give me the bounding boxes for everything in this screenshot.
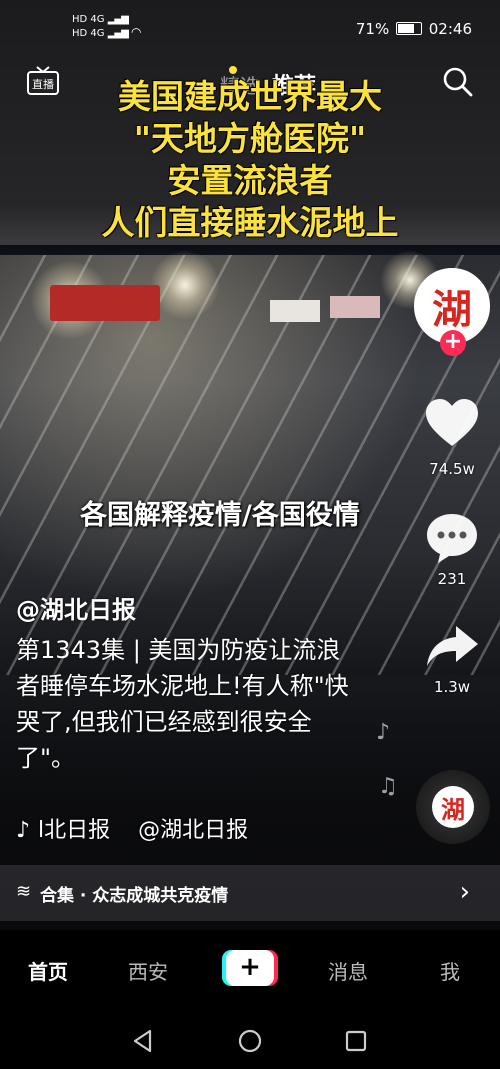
- battery-percent: 71%: [355, 20, 390, 38]
- video-fire-truck: [50, 285, 160, 321]
- nav-home[interactable]: 首页: [28, 956, 68, 985]
- video-overlay-title: 各国解释疫情/各国役情: [80, 500, 360, 531]
- nav-messages[interactable]: 消息: [328, 956, 368, 985]
- collection-bar[interactable]: ≋ 合集 · 众志成城共克疫情 ›: [0, 865, 500, 921]
- nav-me[interactable]: 我: [440, 956, 460, 985]
- bottom-nav: 首页 西安 + 消息 我: [0, 930, 500, 1010]
- status-bar: HD 4G ▂▄▆ HD 4G ▂▄▆ ◠ 71% 02:46: [0, 0, 500, 56]
- video-tent: [330, 296, 380, 318]
- chevron-right-icon: ›: [459, 877, 470, 907]
- recents-square-icon[interactable]: [343, 1028, 369, 1054]
- music-title: l北日报 @湖北日报: [38, 818, 249, 843]
- author-name[interactable]: @湖北日报: [16, 590, 136, 625]
- video-light: [150, 250, 220, 320]
- music-info[interactable]: ♪ l北日报 @湖北日报: [16, 812, 248, 844]
- video-tent: [270, 300, 320, 322]
- create-button[interactable]: +: [222, 950, 278, 986]
- post-description: 第1343集 | 美国为防疫让流浪者睡停车场水泥地上!有人称"快哭了,但我们已经…: [16, 636, 349, 772]
- back-triangle-icon[interactable]: [130, 1028, 156, 1054]
- network-indicator: HD 4G ▂▄▆ HD 4G ▂▄▆ ◠: [72, 14, 142, 39]
- share-arrow-icon[interactable]: [424, 622, 480, 670]
- music-disc[interactable]: 湖: [416, 770, 490, 844]
- disc-char: 湖: [432, 786, 474, 828]
- video-caption-line: "天地方舱医院": [133, 119, 367, 158]
- video-caption-line: 美国建成世界最大: [118, 77, 382, 116]
- comment-count: 231: [437, 570, 467, 588]
- collection-label: 合集 · 众志成城共克疫情: [40, 886, 229, 906]
- tiktok-note-icon: ♪: [16, 818, 31, 843]
- music-note-icon: ♪: [376, 720, 391, 745]
- follow-button[interactable]: +: [440, 330, 466, 356]
- like-count: 74.5w: [429, 460, 475, 478]
- music-note-icon: ♫: [378, 774, 398, 799]
- nav-city[interactable]: 西安: [128, 956, 168, 985]
- clock: 02:46: [428, 20, 472, 38]
- home-circle-icon[interactable]: [237, 1028, 263, 1054]
- comment-icon[interactable]: [424, 510, 480, 566]
- system-nav-bar: [0, 1010, 500, 1069]
- like-heart-icon[interactable]: [424, 396, 480, 452]
- video-caption-line: 人们直接睡水泥地上: [101, 203, 399, 242]
- tab-featured-dot: [229, 66, 237, 74]
- share-count: 1.3w: [433, 678, 471, 696]
- status-right: 71% 02:46: [356, 20, 472, 38]
- plus-icon: +: [226, 950, 274, 986]
- battery-icon: [395, 22, 422, 35]
- layers-icon: ≋: [16, 881, 32, 902]
- video-caption-line: 安置流浪者: [167, 161, 333, 200]
